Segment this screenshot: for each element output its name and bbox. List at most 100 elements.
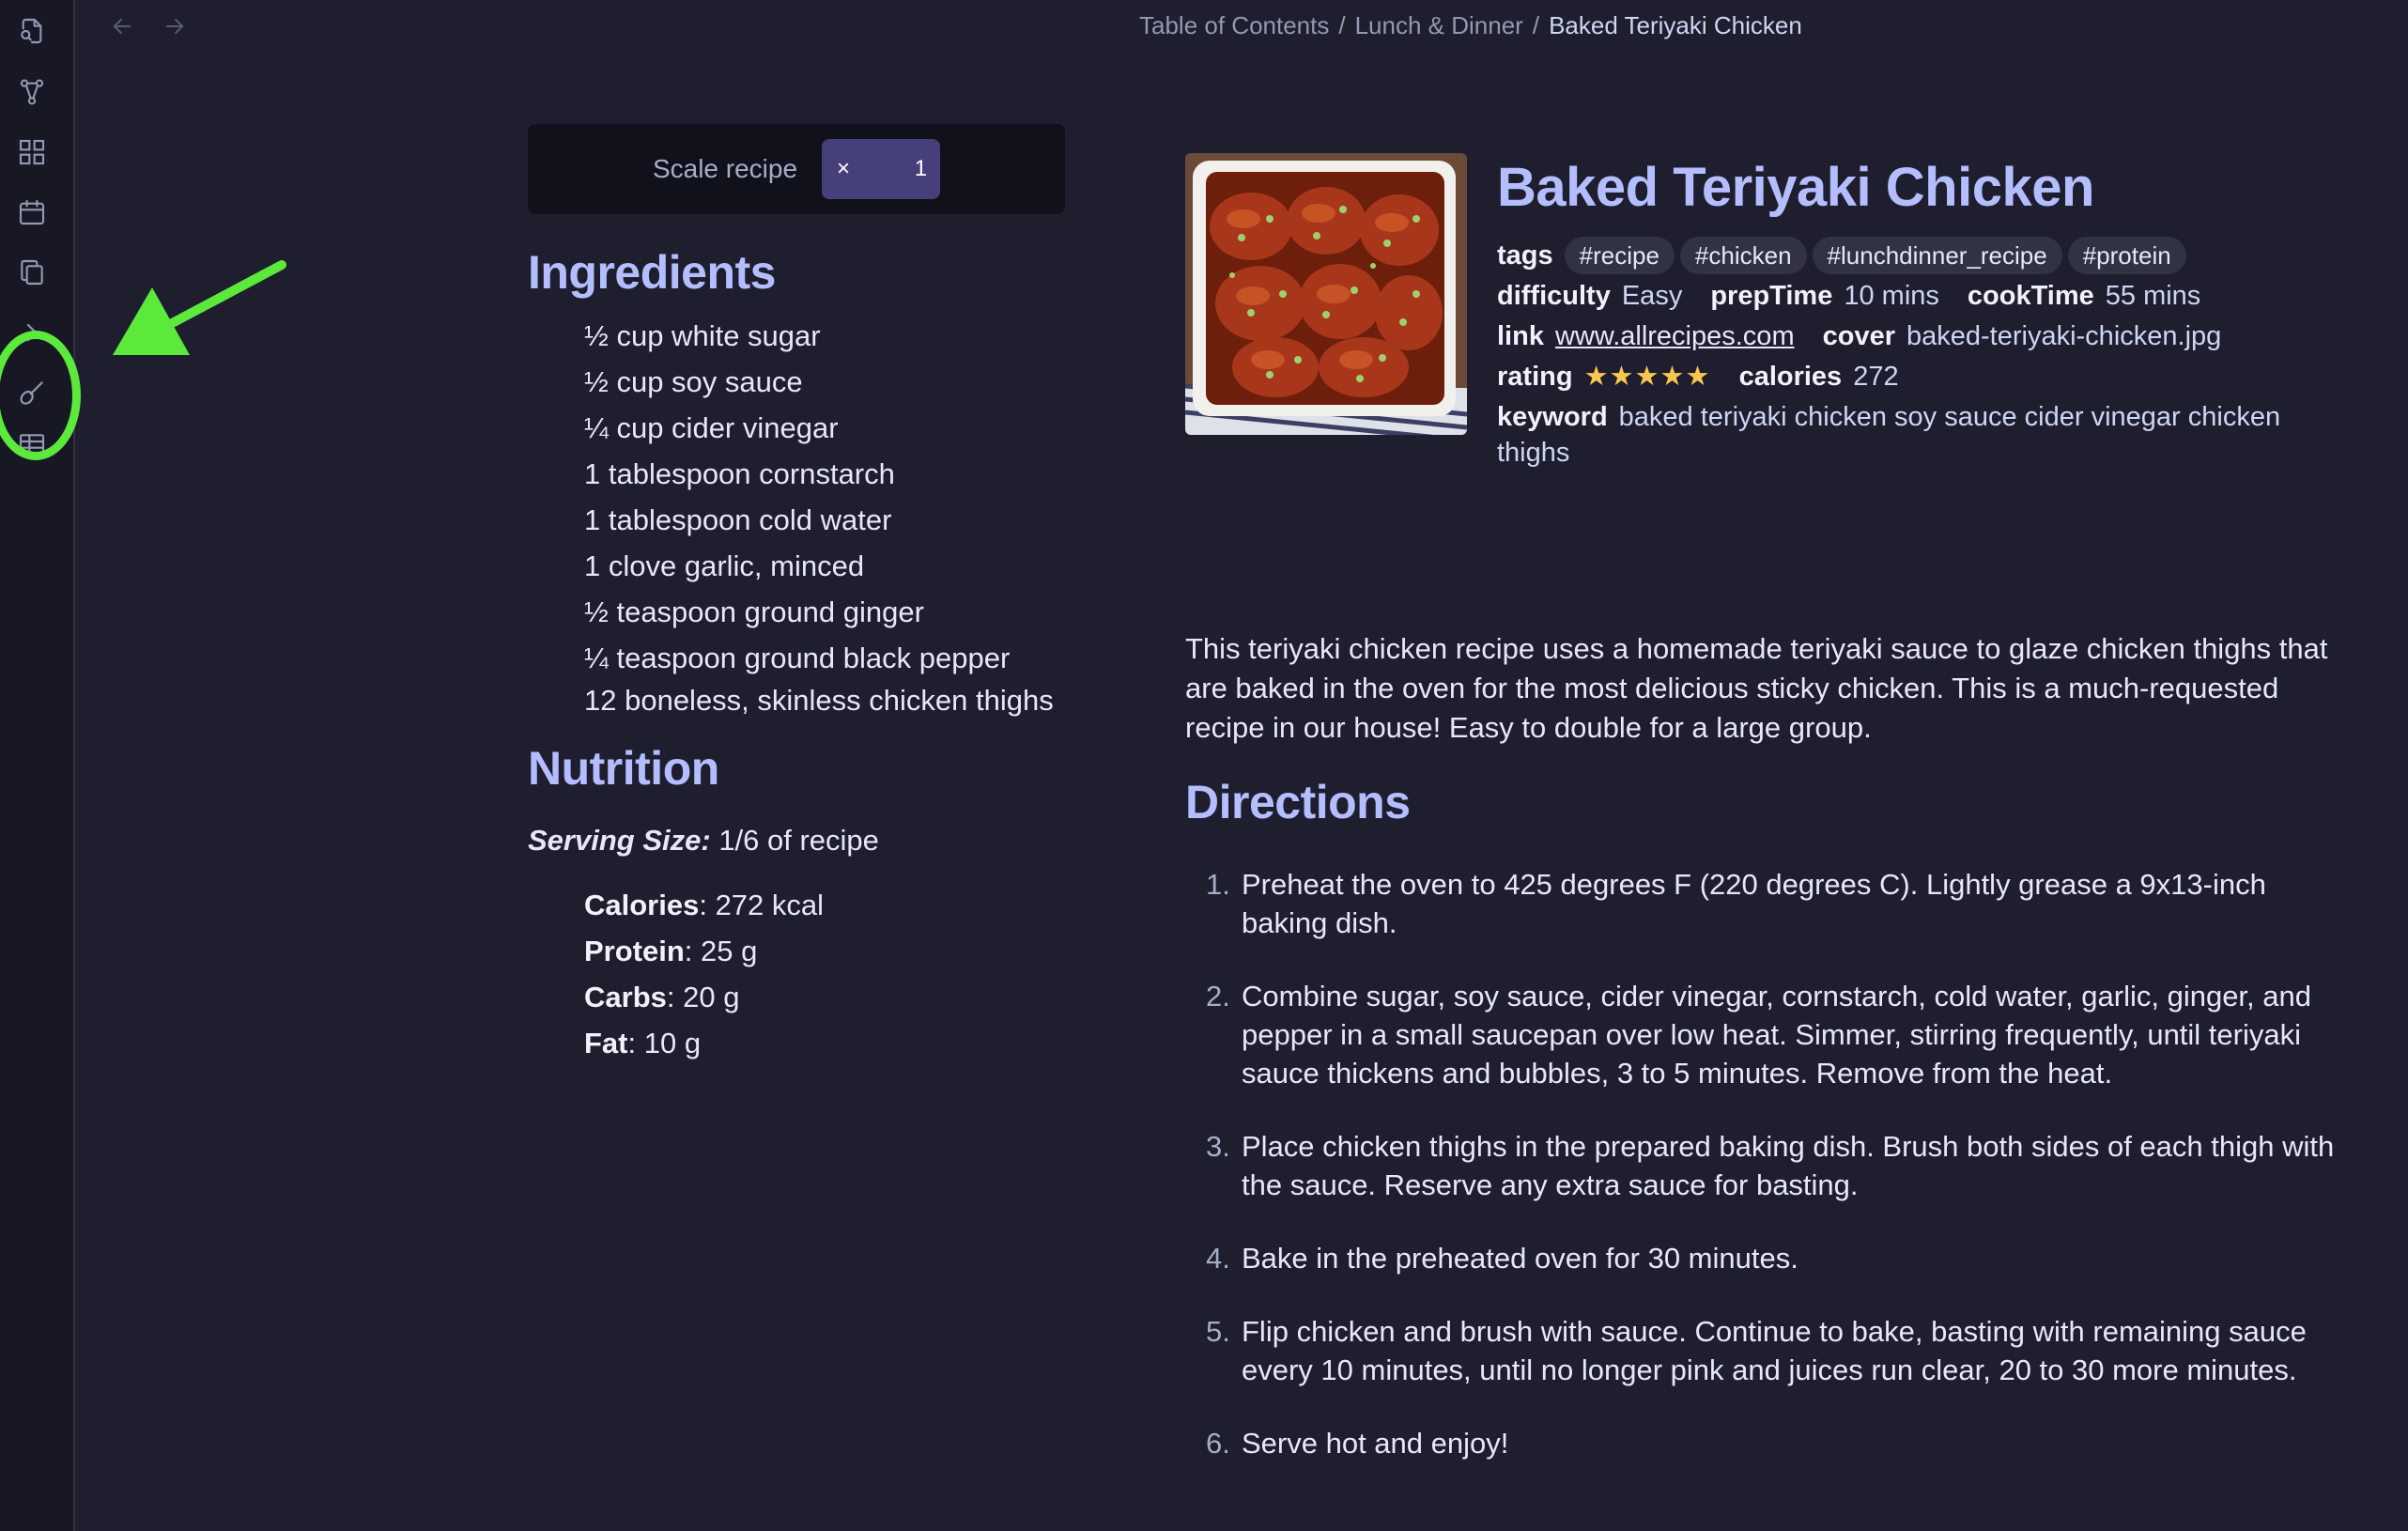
direction-step: 1. Preheat the oven to 425 degrees F (220… bbox=[1185, 865, 2340, 942]
prep-time-label: prepTime bbox=[1710, 281, 1833, 311]
nutrition-list: Calories: 272 kcal Protein: 25 g Carbs: … bbox=[528, 882, 1065, 1066]
nutrition-item: Fat: 10 g bbox=[584, 1020, 1065, 1066]
star-rating-icon: ★★★★★ bbox=[1583, 362, 1711, 392]
tag-recipe[interactable]: #recipe bbox=[1564, 237, 1675, 274]
cover-label: cover bbox=[1822, 321, 1895, 351]
direction-step: 6. Serve hot and enjoy! bbox=[1185, 1424, 2340, 1462]
ingredient-item: ½ cup white sugar bbox=[584, 319, 821, 352]
scale-value[interactable]: 1 bbox=[915, 156, 927, 182]
highlight-circle bbox=[0, 331, 81, 460]
serving-size-value: 1/6 of recipe bbox=[718, 824, 879, 857]
top-bar: Table of Contents / Lunch & Dinner / Baked T… bbox=[73, 0, 2408, 54]
cook-time-value: 55 mins bbox=[2105, 281, 2201, 311]
step-number: 4. bbox=[1206, 1242, 1230, 1275]
direction-step: 2. Combine sugar, soy sauce, cider vinega… bbox=[1185, 977, 2340, 1092]
rating-label: rating bbox=[1497, 362, 1573, 392]
difficulty-value: Easy bbox=[1621, 281, 1683, 311]
link-row: link www.allrecipes.com cover baked-teriyak… bbox=[1497, 317, 2342, 357]
nutrition-item: Protein: 25 g bbox=[584, 928, 1065, 974]
calories-value: 272 bbox=[1853, 362, 1899, 392]
cover-value: baked-teriyaki-chicken.jpg bbox=[1906, 321, 2222, 351]
step-number: 3. bbox=[1206, 1130, 1230, 1163]
layout-grid-icon[interactable] bbox=[15, 135, 49, 169]
recipe-title: Baked Teriyaki Chicken bbox=[1497, 157, 2094, 218]
directions-heading: Directions bbox=[1185, 776, 1411, 828]
breadcrumb: Table of Contents / Lunch & Dinner / Baked T… bbox=[1139, 11, 1802, 40]
serving-size: Serving Size: 1/6 of recipe bbox=[528, 824, 1065, 858]
recipe-properties: Baked Teriyaki Chicken tags #recipe #chick… bbox=[1497, 153, 2342, 471]
step-text: Preheat the oven to 425 degrees F (220 d… bbox=[1242, 868, 2266, 939]
ingredient-item: 12 boneless, skinless chicken thighs bbox=[584, 684, 1054, 717]
cook-time-label: cookTime bbox=[1967, 281, 2094, 311]
nutrition-value: : 20 g bbox=[666, 981, 740, 1013]
nutrition-heading: Nutrition bbox=[528, 742, 719, 795]
left-ribbon bbox=[0, 0, 81, 1531]
timing-row: difficulty Easy prepTime 10 mins cookTime 55 … bbox=[1497, 276, 2342, 317]
calendar-icon[interactable] bbox=[15, 195, 49, 229]
file-search-icon[interactable] bbox=[15, 14, 49, 48]
keyword-value: baked teriyaki chicken soy sauce cider v… bbox=[1497, 402, 2281, 468]
ingredients-heading: Ingredients bbox=[528, 246, 776, 299]
direction-step: 5. Flip chicken and brush with sauce. Con… bbox=[1185, 1312, 2340, 1389]
nutrition-label: Calories bbox=[584, 889, 700, 921]
scale-recipe-label: Scale recipe bbox=[652, 154, 798, 183]
multiplier-symbol: × bbox=[837, 156, 851, 181]
nutrition-value: : 25 g bbox=[684, 935, 758, 967]
recipe-cover-image bbox=[1185, 153, 1467, 435]
step-text: Bake in the preheated oven for 30 minute… bbox=[1242, 1242, 1798, 1275]
scale-recipe-input[interactable]: × 1 bbox=[822, 139, 941, 199]
tag-chicken[interactable]: #chicken bbox=[1679, 237, 1807, 274]
breadcrumb-item-lunch-dinner[interactable]: Lunch & Dinner bbox=[1355, 11, 1523, 39]
tags-row: tags #recipe #chicken #lunchdinner_recipe #p… bbox=[1497, 236, 2342, 276]
nutrition-label: Protein bbox=[584, 935, 685, 967]
ingredient-item: ¼ cup cider vinegar bbox=[584, 411, 839, 444]
tag-lunchdinner-recipe[interactable]: #lunchdinner_recipe bbox=[1812, 237, 2062, 274]
nutrition-value: : 10 g bbox=[627, 1027, 702, 1059]
app-window: Table of Contents / Lunch & Dinner / Baked T… bbox=[0, 0, 2408, 1531]
recipe-sidebar-column: Scale recipe × 1 Ingredients ½ cup white… bbox=[528, 124, 1065, 1066]
ingredient-item: ½ cup soy sauce bbox=[584, 365, 803, 398]
step-text: Flip chicken and brush with sauce. Conti… bbox=[1242, 1315, 2307, 1386]
ingredients-list: ½ cup white sugar ½ cup soy sauce ¼ cup … bbox=[528, 313, 1065, 720]
prep-time-value: 10 mins bbox=[1844, 281, 1939, 311]
direction-step: 4. Bake in the preheated oven for 30 minu… bbox=[1185, 1239, 2340, 1277]
step-number: 2. bbox=[1206, 980, 1230, 1013]
step-text: Combine sugar, soy sauce, cider vinegar,… bbox=[1242, 980, 2311, 1090]
nutrition-label: Fat bbox=[584, 1027, 628, 1059]
tag-protein[interactable]: #protein bbox=[2067, 237, 2186, 274]
ingredient-item: ½ teaspoon ground ginger bbox=[584, 595, 924, 628]
directions-list: 1. Preheat the oven to 425 degrees F (220… bbox=[1185, 865, 2340, 1497]
recipe-source-link[interactable]: www.allrecipes.com bbox=[1555, 321, 1795, 351]
breadcrumb-current[interactable]: Baked Teriyaki Chicken bbox=[1549, 11, 1802, 39]
scale-recipe-widget: Scale recipe × 1 bbox=[528, 124, 1065, 214]
annotation-arrow-icon bbox=[113, 260, 286, 355]
ingredient-item: ¼ teaspoon ground black pepper bbox=[584, 642, 1011, 674]
forward-arrow-icon[interactable] bbox=[158, 11, 192, 41]
serving-size-label: Serving Size: bbox=[528, 824, 711, 857]
nutrition-item: Calories: 272 kcal bbox=[584, 882, 1065, 928]
nutrition-value: : 272 kcal bbox=[699, 889, 825, 921]
back-arrow-icon[interactable] bbox=[105, 11, 139, 41]
ingredient-item: 1 tablespoon cold water bbox=[584, 503, 892, 536]
nutrition-item: Carbs: 20 g bbox=[584, 974, 1065, 1020]
direction-step: 3. Place chicken thighs in the prepared b… bbox=[1185, 1127, 2340, 1204]
breadcrumb-item-toc[interactable]: Table of Contents bbox=[1139, 11, 1329, 39]
difficulty-label: difficulty bbox=[1497, 281, 1611, 311]
calories-label: calories bbox=[1738, 362, 1843, 392]
graph-icon[interactable] bbox=[15, 75, 49, 109]
ingredient-item: 1 tablespoon cornstarch bbox=[584, 457, 895, 490]
copy-icon[interactable] bbox=[15, 255, 49, 289]
step-number: 6. bbox=[1206, 1427, 1230, 1460]
keyword-row: keyword baked teriyaki chicken soy sauce … bbox=[1497, 399, 2342, 471]
rating-row: rating ★★★★★ calories 272 bbox=[1497, 357, 2342, 397]
step-text: Place chicken thighs in the prepared bak… bbox=[1242, 1130, 2335, 1201]
breadcrumb-separator: / bbox=[1338, 11, 1346, 39]
step-number: 5. bbox=[1206, 1315, 1230, 1348]
tags-label: tags bbox=[1497, 240, 1553, 271]
step-number: 1. bbox=[1206, 868, 1230, 901]
link-label: link bbox=[1497, 321, 1544, 351]
ingredient-item: 1 clove garlic, minced bbox=[584, 549, 865, 582]
step-text: Serve hot and enjoy! bbox=[1242, 1427, 1509, 1460]
nutrition-label: Carbs bbox=[584, 981, 667, 1013]
recipe-description: This teriyaki chicken recipe uses a home… bbox=[1185, 632, 2328, 744]
